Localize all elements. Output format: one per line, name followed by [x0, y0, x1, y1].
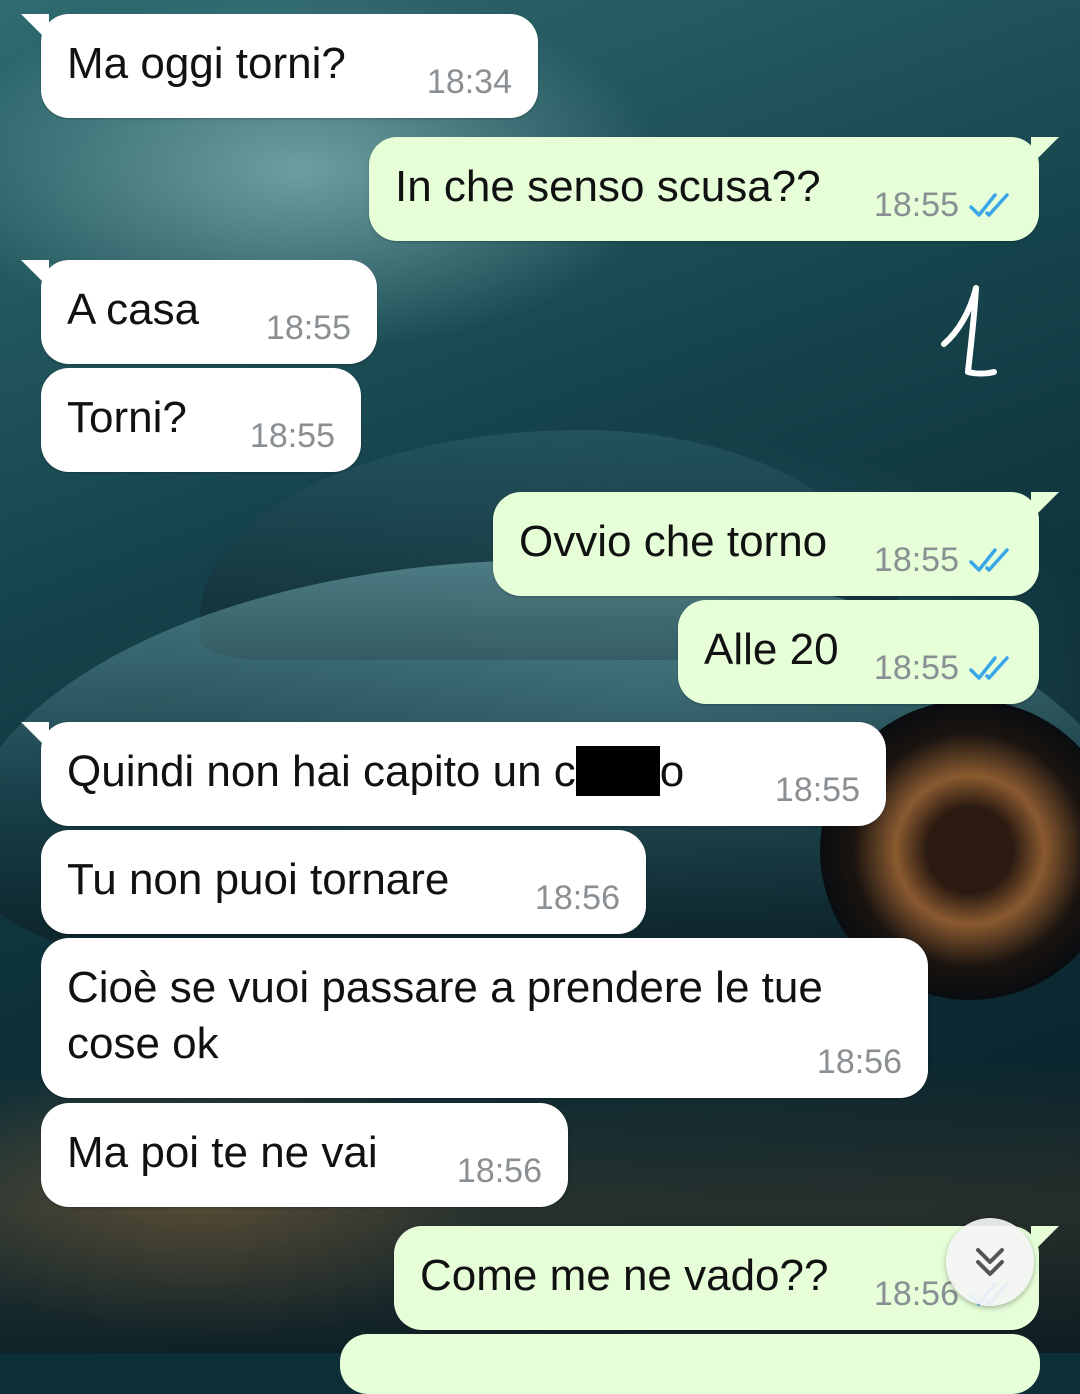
message-bubble-incoming[interactable]: A casa 18:55: [21, 260, 377, 364]
message-bubble-incoming[interactable]: Torni? 18:55: [41, 368, 361, 472]
message-time: 18:55: [873, 541, 959, 579]
message-time: 18:34: [426, 63, 512, 101]
message-time: 18:56: [816, 1043, 902, 1081]
message-bubble-outgoing[interactable]: Alle 20 18:55: [678, 600, 1039, 704]
message-time: 18:56: [456, 1152, 542, 1190]
message-text: Come me ne vado??: [420, 1251, 829, 1300]
message-text: Torni?: [67, 393, 187, 442]
read-receipt-icon: [969, 193, 1009, 217]
message-bubble-outgoing-partial[interactable]: [340, 1334, 1040, 1394]
censor-bar: [575, 746, 660, 797]
message-bubble-incoming[interactable]: Quindi non hai capito un c o 18:55: [21, 722, 886, 826]
message-text: Alle 20: [704, 625, 839, 674]
message-time: 18:55: [249, 417, 335, 455]
message-bubble-outgoing[interactable]: Come me ne vado?? 18:56: [394, 1226, 1059, 1330]
message-text: Quindi non hai capito un c o: [67, 744, 684, 800]
message-time: 18:55: [265, 309, 351, 347]
message-time: 18:55: [774, 771, 860, 809]
message-text-start: Quindi non hai capito un c: [67, 747, 576, 796]
message-bubble-incoming[interactable]: Cioè se vuoi passare a prendere le tue c…: [41, 938, 928, 1098]
message-text: Cioè se vuoi passare a prendere le tue c…: [67, 963, 823, 1068]
message-bubble-outgoing[interactable]: In che senso scusa?? 18:55: [369, 137, 1059, 241]
message-time: 18:56: [534, 879, 620, 917]
message-time: 18:55: [873, 649, 959, 687]
message-text: Ma oggi torni?: [67, 39, 346, 88]
message-bubble-incoming[interactable]: Tu non puoi tornare 18:56: [41, 830, 646, 934]
double-chevron-down-icon: [976, 1248, 1004, 1276]
message-text: In che senso scusa??: [395, 162, 821, 211]
handwritten-number-annotation: [941, 285, 997, 377]
scroll-to-bottom-button[interactable]: [946, 1218, 1034, 1306]
message-time: 18:56: [873, 1275, 959, 1313]
message-text: A casa: [67, 285, 200, 334]
message-text-end: o: [659, 747, 685, 796]
message-text: Ovvio che torno: [519, 517, 828, 566]
message-bubble-incoming[interactable]: Ma oggi torni? 18:34: [21, 14, 538, 118]
read-receipt-icon: [969, 548, 1009, 572]
read-receipt-icon: [969, 656, 1009, 680]
message-bubble-outgoing[interactable]: Ovvio che torno 18:55: [493, 492, 1059, 596]
message-bubble-incoming[interactable]: Ma poi te ne vai 18:56: [41, 1103, 568, 1207]
message-text: Ma poi te ne vai: [67, 1128, 378, 1177]
message-text: Tu non puoi tornare: [67, 855, 450, 904]
message-time: 18:55: [873, 186, 959, 224]
